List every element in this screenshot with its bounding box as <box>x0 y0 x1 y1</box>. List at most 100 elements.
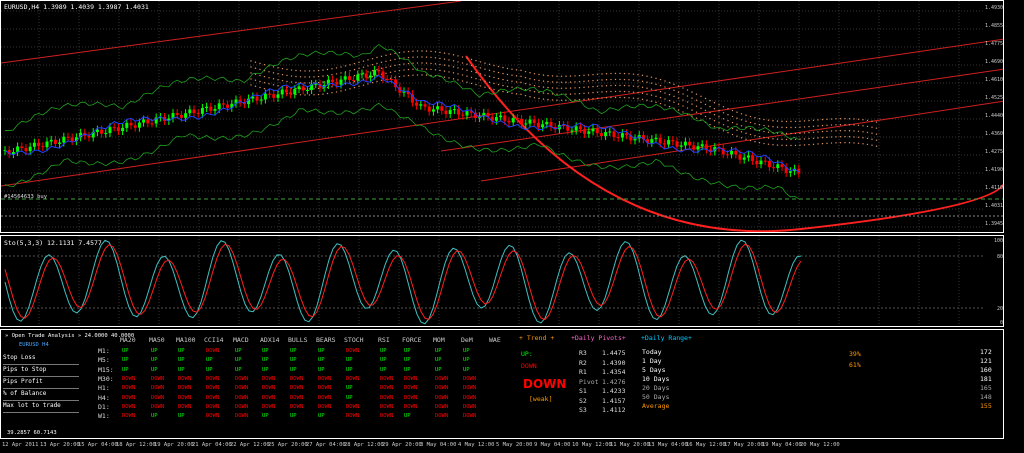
cloud-dot <box>655 89 657 92</box>
cloud-dot <box>452 54 455 56</box>
cloud-dot <box>295 87 297 90</box>
cloud-dot <box>677 103 680 105</box>
candle-body <box>259 99 263 101</box>
time-axis-label: 25 Apr 20:00 <box>268 442 308 448</box>
cloud-dot <box>754 141 756 143</box>
cloud-dot <box>443 64 446 66</box>
cloud-dot <box>754 123 756 125</box>
cloud-dot <box>799 132 801 134</box>
cloud-dot <box>826 136 828 139</box>
indicator-cell: DOWN <box>262 385 276 392</box>
cloud-dot <box>263 87 266 90</box>
time-axis-label: 17 May 20:00 <box>724 442 764 448</box>
stochastic-pane[interactable]: Sto(5,3,3) 12.1131 7.4577 100 80 20 0 <box>0 235 1004 327</box>
cloud-dot <box>470 58 473 61</box>
cloud-dot <box>425 74 428 76</box>
cloud-dot <box>556 75 558 77</box>
cloud-dot <box>578 86 581 89</box>
time-axis-label: 29 Apr 20:00 <box>382 442 422 448</box>
cloud-dot <box>659 102 662 105</box>
cloud-dot <box>380 67 383 70</box>
cloud-dot <box>416 50 419 52</box>
indicator-cell: DOWN <box>463 385 477 392</box>
cloud-dot <box>470 64 473 67</box>
indicator-cell: DOWN <box>206 385 220 392</box>
cloud-dot <box>745 132 747 134</box>
cloud-dot <box>340 66 342 68</box>
indicator-cell: DOWN <box>262 375 276 382</box>
indicator-cell: DOWN <box>206 348 220 354</box>
cloud-dot <box>808 143 810 146</box>
indicator-cell: UP <box>318 357 325 364</box>
channel-line <box>440 68 1003 152</box>
cloud-dot <box>871 138 873 140</box>
indicator-cell: UP <box>122 366 129 373</box>
indicator-cell: UP <box>178 413 185 420</box>
cloud-dot <box>587 92 590 94</box>
time-axis-label: 5 May 20:00 <box>496 442 533 448</box>
cloud-dot <box>511 80 513 82</box>
candle-body <box>448 110 452 114</box>
cloud-dot <box>461 62 464 64</box>
candle-body <box>780 164 784 168</box>
cloud-dot <box>308 94 311 96</box>
cloud-dot <box>547 74 549 77</box>
cloud-dot <box>533 72 536 75</box>
cloud-dot <box>704 97 707 100</box>
indicator-cell: DOWN <box>262 403 276 410</box>
cloud-dot <box>655 95 657 98</box>
cloud-dot <box>308 88 311 90</box>
cloud-dot <box>682 105 684 107</box>
cloud-dot <box>736 129 738 131</box>
cloud-dot <box>506 91 509 94</box>
cloud-dot <box>533 90 536 93</box>
pct-1: 39% <box>849 350 861 358</box>
candle-body <box>734 150 738 155</box>
cloud-dot <box>484 62 486 64</box>
cloud-dot <box>767 119 770 121</box>
range-period: 20 Days <box>642 384 670 392</box>
cloud-dot <box>479 73 482 75</box>
cloud-dot <box>353 68 356 71</box>
pivot-value: 1.4276 <box>602 377 626 386</box>
cloud-dot <box>295 69 297 72</box>
cloud-dot <box>664 80 666 82</box>
timeframe-label: H1: <box>98 384 110 393</box>
candle-body <box>121 127 125 132</box>
cloud-dot <box>452 78 455 80</box>
cloud-dot <box>542 74 545 76</box>
stochastic-axis-label: 0 <box>999 320 1003 326</box>
cloud-dot <box>493 82 495 85</box>
cloud-dot <box>322 69 324 71</box>
cloud-dot <box>259 74 261 77</box>
cloud-dot <box>475 59 477 62</box>
cloud-dot <box>628 73 630 75</box>
cloud-dot <box>299 70 302 72</box>
cloud-dot <box>434 57 437 59</box>
cloud-dot <box>763 118 765 121</box>
cloud-dot <box>407 62 410 65</box>
cloud-dot <box>466 69 468 71</box>
timeframe-label: D1: <box>98 402 110 411</box>
cloud-dot <box>340 90 342 92</box>
candle-body <box>377 69 381 72</box>
indicator-header: MOM <box>433 336 445 344</box>
indicator-cell: UP <box>262 357 269 364</box>
candle-body <box>520 118 524 125</box>
indicator-cell: DOWN <box>290 394 304 401</box>
candle-body <box>440 106 444 111</box>
cloud-dot <box>668 87 671 90</box>
time-axis: 12 Apr 2011 13 Apr 20:00 15 Apr 04:00 18 Ap… <box>0 440 1004 453</box>
indicator-cell: DOWN <box>435 413 449 420</box>
cloud-dot <box>250 60 252 62</box>
cloud-dot <box>506 79 509 82</box>
cloud-dot <box>335 91 338 93</box>
cloud-dot <box>812 125 815 128</box>
cloud-dot <box>763 130 765 133</box>
cloud-dot <box>376 62 378 65</box>
price-chart[interactable]: EURUSD,H4 1.3989 1.4039 1.3987 1.4031 #1… <box>0 0 1004 233</box>
cloud-dot <box>767 143 770 145</box>
candle-body <box>444 110 448 114</box>
cloud-dot <box>839 136 842 138</box>
cloud-dot <box>317 93 320 96</box>
